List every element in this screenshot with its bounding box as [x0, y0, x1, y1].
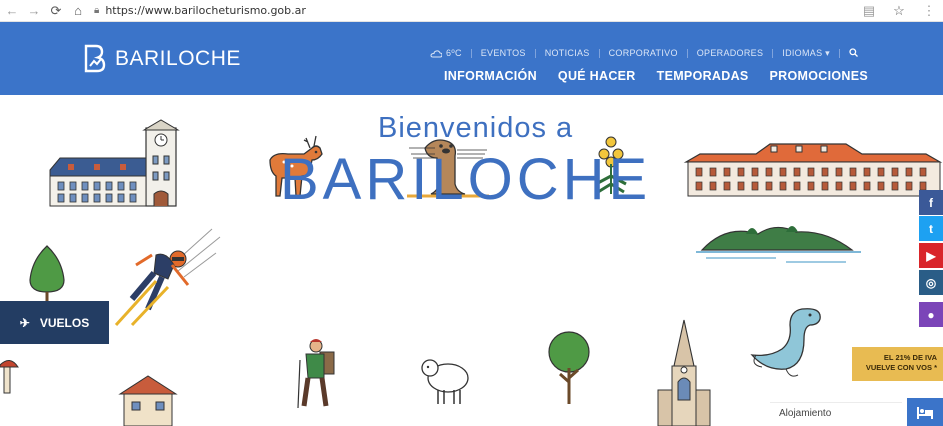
facebook-icon[interactable]: f [919, 190, 943, 215]
nav-corporativo[interactable]: CORPORATIVO [600, 49, 688, 58]
reload-icon[interactable]: ⟳ [46, 1, 66, 21]
nahuelito-illustration [750, 308, 821, 377]
promo-line-1: EL 21% DE IVA [883, 353, 937, 362]
browser-toolbar: ← → ⟳ ⌂ 🔒︎ https://www.barilocheturismo.… [0, 0, 943, 22]
nav-noticias[interactable]: NOTICIAS [536, 49, 600, 58]
bed-icon[interactable] [907, 398, 943, 426]
home-icon[interactable]: ⌂ [68, 1, 88, 21]
skier-illustration [114, 228, 221, 327]
back-icon[interactable]: ← [2, 1, 22, 21]
url-text: https://www.barilocheturismo.gob.ar [105, 4, 306, 17]
civic-center-illustration [49, 119, 180, 207]
nav-eventos[interactable]: EVENTOS [472, 49, 536, 58]
nav-temporadas[interactable]: TEMPORADAS [657, 69, 749, 83]
welcome-heading: Bienvenidos a [378, 112, 574, 144]
nav-informacion[interactable]: INFORMACIÓN [444, 69, 537, 83]
instagram-icon[interactable]: ◎ [919, 270, 943, 295]
airplane-icon: ✈ [19, 315, 30, 330]
bookmark-star-icon[interactable]: ☆ [889, 1, 909, 21]
mushroom-illustration [0, 360, 19, 394]
site-logo[interactable]: BARILOCHE [83, 44, 241, 73]
hiker-illustration [297, 339, 335, 409]
site-header: BARILOCHE 6ºC EVENTOS NOTICIAS CORPORATI… [0, 22, 943, 95]
nav-operadores[interactable]: OPERADORES [688, 49, 774, 58]
youtube-icon[interactable]: ▶ [919, 243, 943, 268]
house-illustration [118, 375, 178, 426]
forward-icon[interactable]: → [24, 1, 44, 21]
nav-promociones[interactable]: PROMOCIONES [770, 69, 868, 83]
translate-icon[interactable]: ▤ [859, 1, 879, 21]
cathedral-illustration [657, 319, 711, 426]
logo-b-icon [84, 44, 106, 73]
utility-nav: 6ºC EVENTOS NOTICIAS CORPORATIVO OPERADO… [421, 48, 867, 59]
twitter-icon[interactable]: t [919, 216, 943, 241]
logo-text: BARILOCHE [115, 46, 241, 70]
nav-que-hacer[interactable]: QUÉ HACER [558, 69, 636, 83]
address-bar[interactable]: 🔒︎ https://www.barilocheturismo.gob.ar [94, 2, 306, 20]
search-icon[interactable] [840, 48, 867, 59]
vuelos-button[interactable]: ✈ VUELOS [0, 301, 109, 344]
round-tree-illustration [548, 331, 590, 404]
nav-idiomas[interactable]: IDIOMAS ▾ [773, 49, 840, 58]
island-illustration [696, 226, 861, 263]
vuelos-label: VUELOS [39, 315, 90, 330]
sheep-illustration [421, 359, 469, 404]
lodging-search[interactable]: Alojamiento [770, 402, 902, 426]
menu-icon[interactable]: ⋮ [919, 1, 939, 21]
weather-widget: 6ºC [421, 49, 472, 58]
cloud-icon [430, 49, 443, 57]
lock-icon: 🔒︎ [94, 5, 100, 16]
hero-title: BARILOCHE [280, 147, 652, 212]
flickr-icon[interactable]: ● [919, 302, 943, 327]
main-nav: INFORMACIÓN QUÉ HACER TEMPORADAS PROMOCI… [444, 69, 868, 83]
tree-illustration [29, 245, 65, 302]
promo-line-2: VUELVE CON VOS * [865, 363, 937, 372]
hotel-illustration [683, 143, 943, 197]
weather-temp: 6ºC [446, 48, 462, 58]
iva-promo-banner[interactable]: EL 21% DE IVA VUELVE CON VOS * [852, 347, 943, 381]
